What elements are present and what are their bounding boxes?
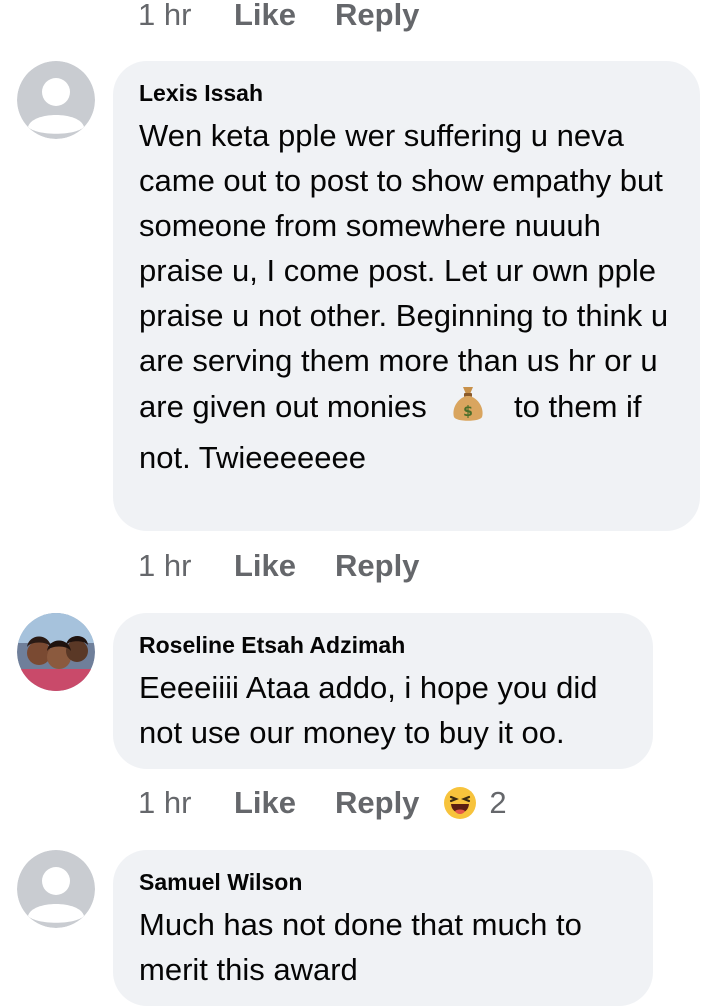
comment-author[interactable]: Samuel Wilson <box>139 868 627 896</box>
money-bag-icon: $ <box>451 383 485 435</box>
comment-time[interactable]: 1 hr <box>138 0 234 33</box>
comments-thread: 1 hr Like Reply Lexis Issah Wen keta ppl… <box>0 0 720 1008</box>
comment-time[interactable]: 1 hr <box>138 548 234 584</box>
avatar-roseline-etsah-adzimah[interactable] <box>17 613 95 691</box>
comment-text: Wen keta pple wer suffering u neva came … <box>139 113 674 480</box>
like-button[interactable]: Like <box>234 785 335 821</box>
comment-text: Eeeeiiii Ataa addo, i hope you did not u… <box>139 670 598 750</box>
svg-text:$: $ <box>464 404 474 420</box>
reaction-summary[interactable]: 2 <box>443 785 507 821</box>
comment-time[interactable]: 1 hr <box>138 785 234 821</box>
haha-emoji-icon <box>444 787 477 819</box>
reply-button[interactable]: Reply <box>335 0 419 33</box>
default-avatar-icon <box>17 850 95 928</box>
default-avatar-icon <box>17 61 95 139</box>
reply-button[interactable]: Reply <box>335 785 419 821</box>
like-button[interactable]: Like <box>234 548 335 584</box>
avatar-samuel-wilson[interactable] <box>17 850 95 928</box>
profile-photo-icon <box>17 613 95 691</box>
reaction-count: 2 <box>489 785 507 820</box>
comment-actions-previous: 1 hr Like Reply <box>138 0 443 35</box>
comment-bubble: Lexis Issah Wen keta pple wer suffering … <box>113 61 700 531</box>
like-button[interactable]: Like <box>234 0 335 33</box>
comment-actions: 1 hr Like Reply 2 <box>138 783 507 823</box>
comment-bubble: Roseline Etsah Adzimah Eeeeiiii Ataa add… <box>113 613 653 769</box>
avatar-lexis-issah[interactable] <box>17 61 95 139</box>
reply-button[interactable]: Reply <box>335 548 419 584</box>
comment-bubble: Samuel Wilson Much has not done that muc… <box>113 850 653 1006</box>
comment-text: Much has not done that much to merit thi… <box>139 907 582 987</box>
comment-text-part: Wen keta pple wer suffering u neva came … <box>139 118 669 425</box>
comment-actions: 1 hr Like Reply <box>138 546 443 586</box>
comment-author[interactable]: Roseline Etsah Adzimah <box>139 631 627 659</box>
comment-author[interactable]: Lexis Issah <box>139 79 674 107</box>
